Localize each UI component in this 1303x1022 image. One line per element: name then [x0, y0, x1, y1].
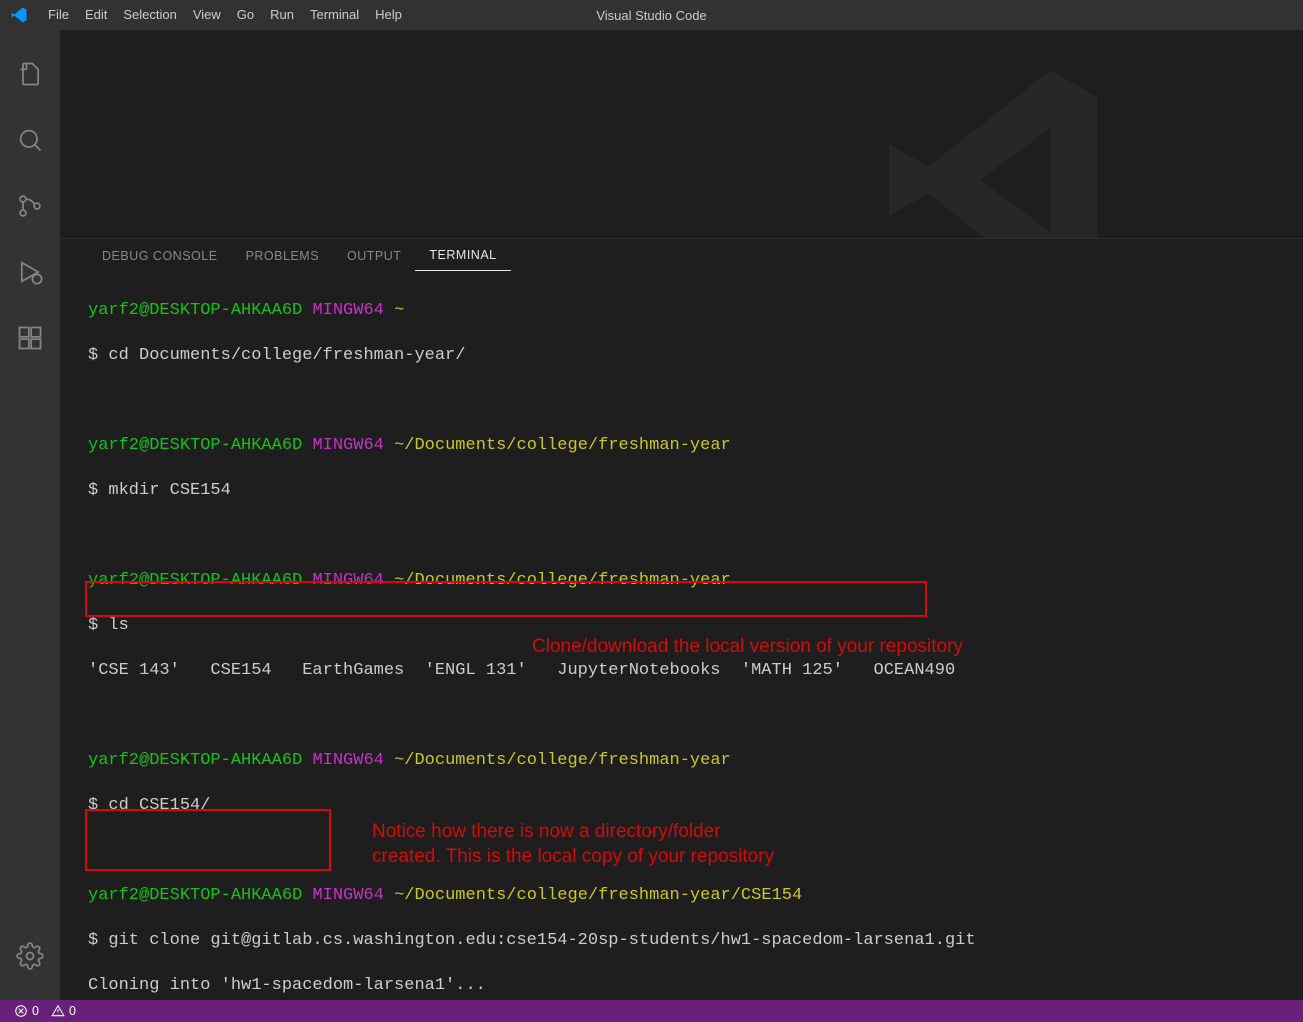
vscode-watermark-icon — [863, 50, 1123, 238]
window-title: Visual Studio Code — [596, 8, 706, 23]
titlebar: File Edit Selection View Go Run Terminal… — [0, 0, 1303, 30]
tab-terminal[interactable]: TERMINAL — [415, 242, 510, 271]
status-warnings[interactable]: 0 — [45, 1004, 82, 1018]
term-shell: MINGW64 — [312, 751, 383, 770]
status-bar: 0 0 — [0, 1000, 1303, 1022]
term-path: ~/Documents/college/freshman-year — [394, 571, 731, 590]
settings-gear-icon[interactable] — [6, 932, 54, 980]
term-cmd: $ cd Documents/college/freshman-year/ — [88, 345, 1288, 368]
panel: DEBUG CONSOLE PROBLEMS OUTPUT TERMINAL y… — [60, 238, 1303, 1000]
activity-bar — [0, 30, 60, 1000]
term-path: ~/Documents/college/freshman-year — [394, 751, 731, 770]
menu-help[interactable]: Help — [367, 0, 410, 30]
term-path: ~/Documents/college/freshman-year — [394, 436, 731, 455]
editor-empty-area — [60, 30, 1303, 238]
run-debug-icon[interactable] — [6, 248, 54, 296]
menu-file[interactable]: File — [40, 0, 77, 30]
term-shell: MINGW64 — [312, 436, 383, 455]
status-errors-count: 0 — [32, 1004, 39, 1018]
term-path: ~/Documents/college/freshman-year/CSE154 — [394, 886, 802, 905]
menu-run[interactable]: Run — [262, 0, 302, 30]
term-user-host: yarf2@DESKTOP-AHKAA6D — [88, 751, 302, 770]
menu-selection[interactable]: Selection — [115, 0, 184, 30]
tab-problems[interactable]: PROBLEMS — [232, 243, 333, 271]
menu-terminal[interactable]: Terminal — [302, 0, 367, 30]
status-warnings-count: 0 — [69, 1004, 76, 1018]
term-shell: MINGW64 — [312, 886, 383, 905]
terminal-output[interactable]: yarf2@DESKTOP-AHKAA6D MINGW64 ~ $ cd Doc… — [88, 277, 1288, 996]
term-cmd: $ cd CSE154/ — [88, 795, 1288, 818]
term-path: ~ — [394, 301, 404, 320]
explorer-icon[interactable] — [6, 50, 54, 98]
tab-debug-console[interactable]: DEBUG CONSOLE — [88, 243, 232, 271]
term-user-host: yarf2@DESKTOP-AHKAA6D — [88, 571, 302, 590]
term-shell: MINGW64 — [312, 301, 383, 320]
search-icon[interactable] — [6, 116, 54, 164]
vscode-logo-icon — [10, 6, 28, 24]
term-output: 'CSE 143' CSE154 EarthGames 'ENGL 131' J… — [88, 660, 1288, 683]
source-control-icon[interactable] — [6, 182, 54, 230]
term-shell: MINGW64 — [312, 571, 383, 590]
tab-output[interactable]: OUTPUT — [333, 243, 415, 271]
term-user-host: yarf2@DESKTOP-AHKAA6D — [88, 886, 302, 905]
term-user-host: yarf2@DESKTOP-AHKAA6D — [88, 301, 302, 320]
panel-tabs: DEBUG CONSOLE PROBLEMS OUTPUT TERMINAL — [60, 239, 1303, 271]
term-cmd-git-clone: $ git clone git@gitlab.cs.washington.edu… — [88, 930, 1288, 953]
term-user-host: yarf2@DESKTOP-AHKAA6D — [88, 436, 302, 455]
menu-edit[interactable]: Edit — [77, 0, 115, 30]
menu-go[interactable]: Go — [229, 0, 262, 30]
status-errors[interactable]: 0 — [8, 1004, 45, 1018]
menu-view[interactable]: View — [185, 0, 229, 30]
term-output: Cloning into 'hw1-spacedom-larsena1'... — [88, 975, 1288, 997]
term-cmd: $ mkdir CSE154 — [88, 480, 1288, 503]
extensions-icon[interactable] — [6, 314, 54, 362]
term-cmd: $ ls — [88, 615, 1288, 638]
